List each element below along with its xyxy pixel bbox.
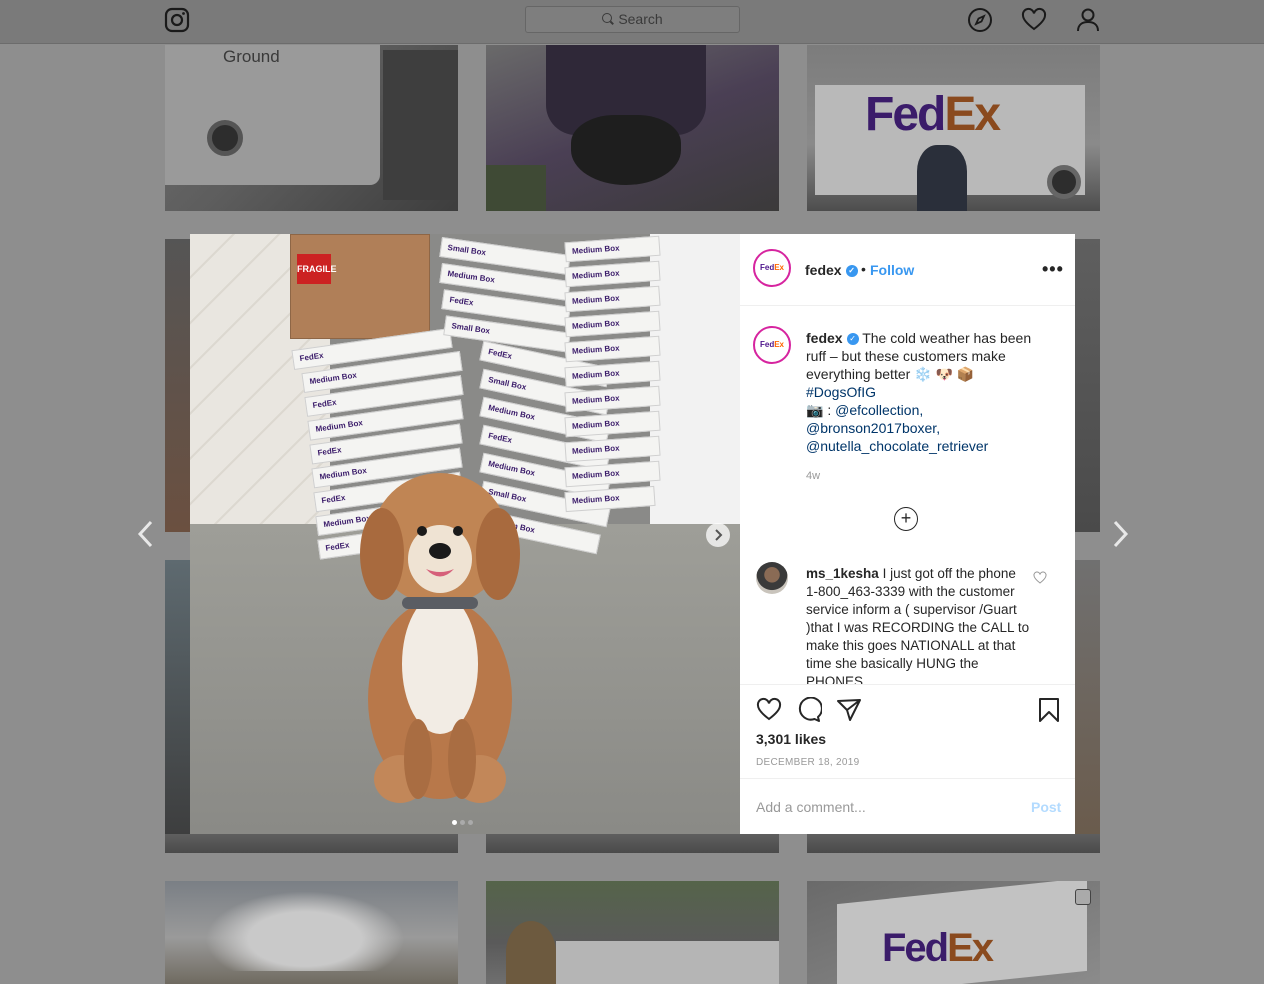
grid-tile[interactable] [486,881,779,984]
dog-figure [360,473,520,803]
grid-tile[interactable] [1075,560,1100,853]
share-icon[interactable] [836,697,862,723]
carousel-dots [452,812,476,830]
credit-prefix: 📷 : [806,402,832,418]
comment-input[interactable]: Add a comment... [756,799,866,815]
post-detail-panel: FedEx fedex ✓ • Follow ••• FedEx fedex ✓ T… [740,234,1075,834]
mention-link[interactable]: @nutella_chocolate_retriever [806,438,988,454]
likes-count[interactable]: 3,301 likes [756,731,826,747]
prev-post-arrow-icon[interactable] [135,519,157,549]
post-comment-button[interactable]: Post [1031,799,1061,815]
post-actions: 3,301 likes DECEMBER 18, 2019 [740,684,1075,778]
post-header: FedEx fedex ✓ • Follow ••• [740,234,1075,306]
grid-tile[interactable] [165,881,458,984]
post-date[interactable]: DECEMBER 18, 2019 [756,757,859,768]
top-navbar: Search [0,0,1264,44]
verified-icon: ✓ [846,333,859,346]
caption-username[interactable]: fedex [806,330,843,346]
compass-icon[interactable] [967,7,993,33]
more-options-icon[interactable]: ••• [1042,259,1064,280]
grid-tile[interactable]: FedEx [807,45,1100,211]
carousel-next-button[interactable] [706,523,730,547]
grid-tile[interactable] [807,834,1100,853]
bookmark-icon[interactable] [1036,697,1062,723]
add-comment-bar: Add a comment... Post [740,778,1075,834]
grid-tile[interactable]: FedEx [807,881,1100,984]
grid-tile[interactable]: Ground [165,45,458,211]
profile-icon[interactable] [1075,7,1101,33]
grid-tile[interactable] [165,560,190,853]
fragile-sticker: FRAGILE [297,254,337,284]
comment-username[interactable]: ms_1kesha [806,566,879,581]
post-image[interactable]: FRAGILE FedEx Medium Box FedEx Medium Bo… [190,234,740,834]
instagram-icon[interactable] [164,7,190,33]
hashtag-link[interactable]: #DogsOfIG [806,384,876,400]
verified-icon: ✓ [845,265,858,278]
grid-tile[interactable] [486,45,779,211]
search-input[interactable]: Search [525,6,740,33]
follow-button[interactable]: Follow [870,262,914,278]
caption-timestamp[interactable]: 4w [806,470,820,482]
heart-icon[interactable] [756,697,782,723]
cardboard-box [290,234,430,339]
grid-tile[interactable] [1075,239,1100,532]
avatar[interactable]: FedEx [753,249,791,287]
comment-item: ms_1kesha I just got off the phone 1-800… [806,565,1031,684]
mention-link[interactable]: @bronson2017boxer, [806,420,940,436]
grid-tile[interactable] [486,834,779,853]
post-username[interactable]: fedex ✓ [805,262,858,278]
avatar[interactable]: FedEx [753,326,791,364]
heart-icon[interactable] [1021,7,1047,33]
avatar[interactable] [756,562,788,594]
separator-dot: • [861,261,866,277]
comment-text: I just got off the phone 1-800_463-3339 … [806,566,1030,684]
post-caption: fedex ✓ The cold weather has been ruff – … [806,329,1051,455]
next-post-arrow-icon[interactable] [1109,519,1131,549]
grid-tile[interactable] [165,239,190,532]
search-icon [602,13,613,23]
grid-tile[interactable] [165,834,458,853]
comment-icon[interactable] [796,697,822,723]
load-more-comments-icon[interactable]: + [894,507,918,531]
like-comment-icon[interactable] [1033,571,1047,585]
mention-link[interactable]: @efcollection, [835,402,923,418]
search-placeholder: Search [618,11,663,27]
comments-section[interactable]: FedEx fedex ✓ The cold weather has been r… [740,307,1075,684]
chevron-right-icon [715,529,723,541]
